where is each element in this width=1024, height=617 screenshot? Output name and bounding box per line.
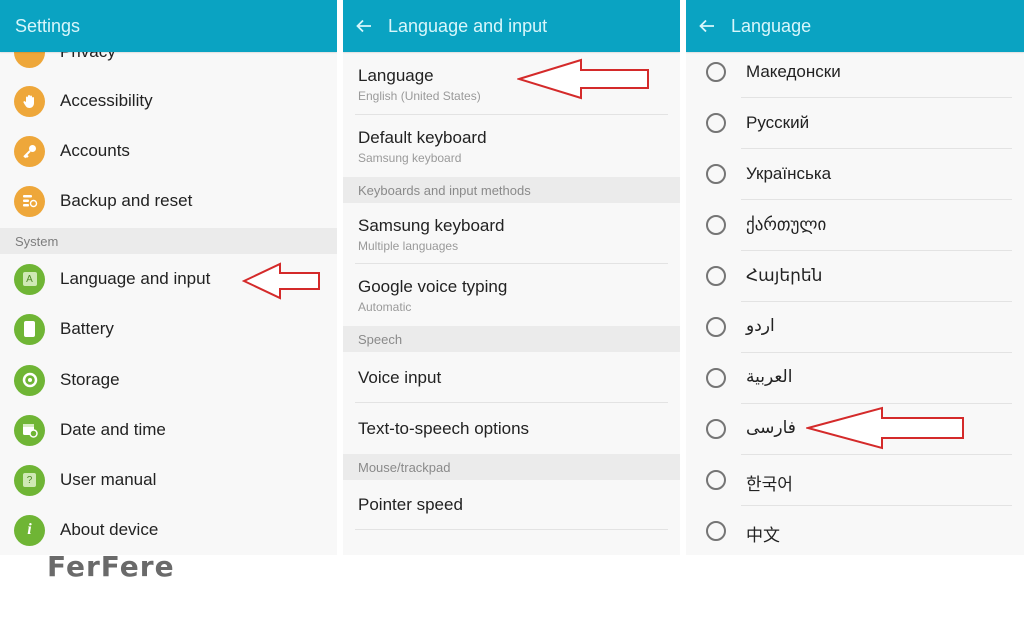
section-header-mouse-trackpad: Mouse/trackpad: [343, 454, 680, 480]
language-app-bar: Language: [686, 0, 1024, 52]
language-option[interactable]: Українська: [686, 148, 1024, 199]
radio-button[interactable]: [706, 164, 726, 184]
language-and-input-app-bar: Language and input: [343, 0, 680, 52]
settings-item-label: Accounts: [60, 141, 130, 160]
battery-icon: [14, 313, 45, 345]
settings-item-accessibility[interactable]: Accessibility: [0, 76, 337, 126]
settings-app-bar: Settings: [0, 0, 337, 52]
radio-button[interactable]: [706, 470, 726, 490]
radio-button[interactable]: [706, 317, 726, 337]
settings-item-about-device[interactable]: i About device: [0, 505, 337, 555]
settings-item-label: Storage: [60, 370, 120, 389]
annotation-arrow-farsi: [806, 406, 964, 450]
language-option[interactable]: 中文: [686, 505, 1024, 555]
settings-title: Settings: [15, 15, 81, 36]
back-arrow-icon[interactable]: [699, 16, 719, 36]
settings-item-date-and-time[interactable]: Date and time: [0, 405, 337, 455]
radio-button[interactable]: [706, 419, 726, 439]
radio-button[interactable]: [706, 368, 726, 388]
language-option[interactable]: اردو: [686, 301, 1024, 352]
language-option[interactable]: العربية: [686, 352, 1024, 403]
backup-icon: [14, 185, 45, 217]
section-header-keyboards: Keyboards and input methods: [343, 177, 680, 203]
settings-item-label: Backup and reset: [60, 191, 193, 210]
storage-icon: [14, 364, 45, 396]
info-icon: i: [14, 514, 45, 546]
annotation-arrow-language-and-input: [242, 262, 320, 300]
list-item-samsung-keyboard[interactable]: Samsung keyboard Multiple languages: [343, 203, 680, 263]
calendar-clock-icon: [14, 414, 45, 446]
ferfere-watermark-logo: FerFere: [47, 550, 175, 583]
language-icon: A: [14, 263, 45, 295]
divider: [355, 529, 668, 530]
language-option[interactable]: Русский: [686, 97, 1024, 148]
annotation-arrow-language: [517, 58, 649, 100]
section-header-system: System: [0, 228, 337, 254]
key-icon: [14, 135, 45, 167]
settings-item-storage[interactable]: Storage: [0, 355, 337, 405]
radio-button[interactable]: [706, 521, 726, 541]
help-book-icon: ?: [14, 464, 45, 496]
settings-item-battery[interactable]: Battery: [0, 304, 337, 354]
settings-item-label: User manual: [60, 470, 157, 489]
radio-button[interactable]: [706, 62, 726, 82]
settings-item-label: Language and input: [60, 269, 211, 288]
language-option[interactable]: ქართული: [686, 199, 1024, 250]
settings-item-label: About device: [60, 520, 159, 539]
radio-button[interactable]: [706, 266, 726, 286]
language-option[interactable]: Македонски: [686, 46, 1024, 97]
settings-item-label: Date and time: [60, 420, 166, 439]
settings-item-accounts[interactable]: Accounts: [0, 126, 337, 176]
radio-button[interactable]: [706, 215, 726, 235]
list-item-default-keyboard[interactable]: Default keyboard Samsung keyboard: [343, 115, 680, 177]
language-option[interactable]: 한국어: [686, 454, 1024, 505]
list-item-google-voice-typing[interactable]: Google voice typing Automatic: [343, 264, 680, 326]
language-title: Language: [731, 15, 812, 36]
settings-item-backup-and-reset[interactable]: Backup and reset: [0, 176, 337, 226]
settings-item-user-manual[interactable]: ? User manual: [0, 455, 337, 505]
list-item-text-to-speech-options[interactable]: Text-to-speech options: [343, 403, 680, 454]
settings-item-label: Accessibility: [60, 91, 153, 110]
language-option[interactable]: Հայերեն: [686, 250, 1024, 301]
list-item-voice-input[interactable]: Voice input: [343, 352, 680, 402]
list-item-pointer-speed[interactable]: Pointer speed: [343, 480, 680, 529]
settings-item-label: Battery: [60, 319, 114, 338]
section-header-speech: Speech: [343, 326, 680, 352]
language-panel: Language Македонски Русский Українська ქ…: [686, 0, 1024, 555]
language-and-input-title: Language and input: [388, 15, 548, 36]
hand-icon: [14, 85, 45, 117]
back-arrow-icon[interactable]: [356, 16, 376, 36]
radio-button[interactable]: [706, 113, 726, 133]
